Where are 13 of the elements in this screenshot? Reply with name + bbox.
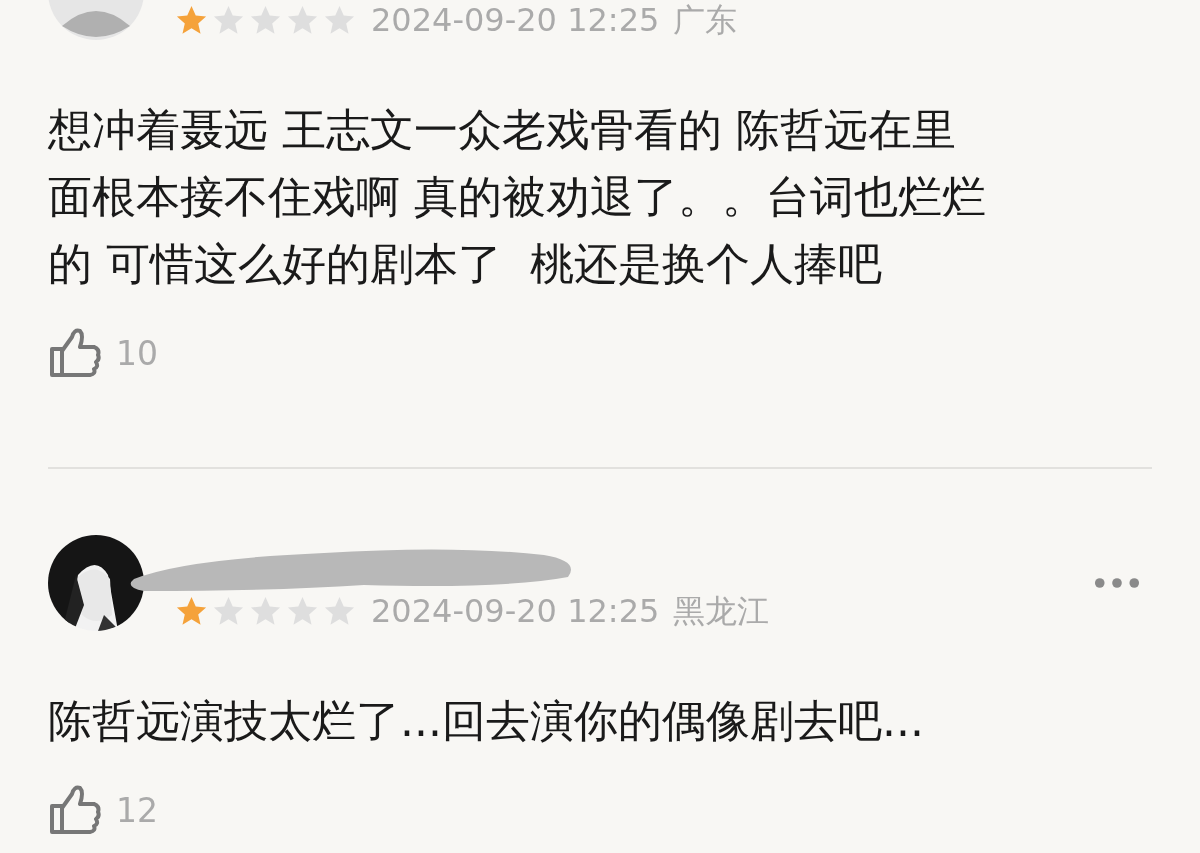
like-count: 12	[116, 790, 158, 830]
review-text-line: 的 可惜这么好的剧本了 桃还是换个人捧吧	[48, 237, 882, 291]
review-text-line: 面根本接不住戏啊 真的被劝退了。。台词也烂烂	[48, 170, 986, 224]
thumbs-up-icon[interactable]	[48, 784, 102, 836]
review-text-line: 想冲着聂远 王志文一众老戏骨看的 陈哲远在里	[48, 103, 956, 157]
review-region: 广东	[673, 0, 738, 40]
like-count: 10	[116, 333, 158, 373]
more-icon[interactable]	[1094, 577, 1140, 589]
review-region: 黑龙江	[673, 591, 770, 631]
thumbs-up-icon[interactable]	[48, 327, 102, 379]
review-time: 2024-09-20 12:25	[371, 591, 660, 631]
review-time: 2024-09-20 12:25	[371, 0, 660, 40]
review-text-line: 陈哲远演技太烂了...回去演你的偶像剧去吧...	[48, 694, 924, 748]
